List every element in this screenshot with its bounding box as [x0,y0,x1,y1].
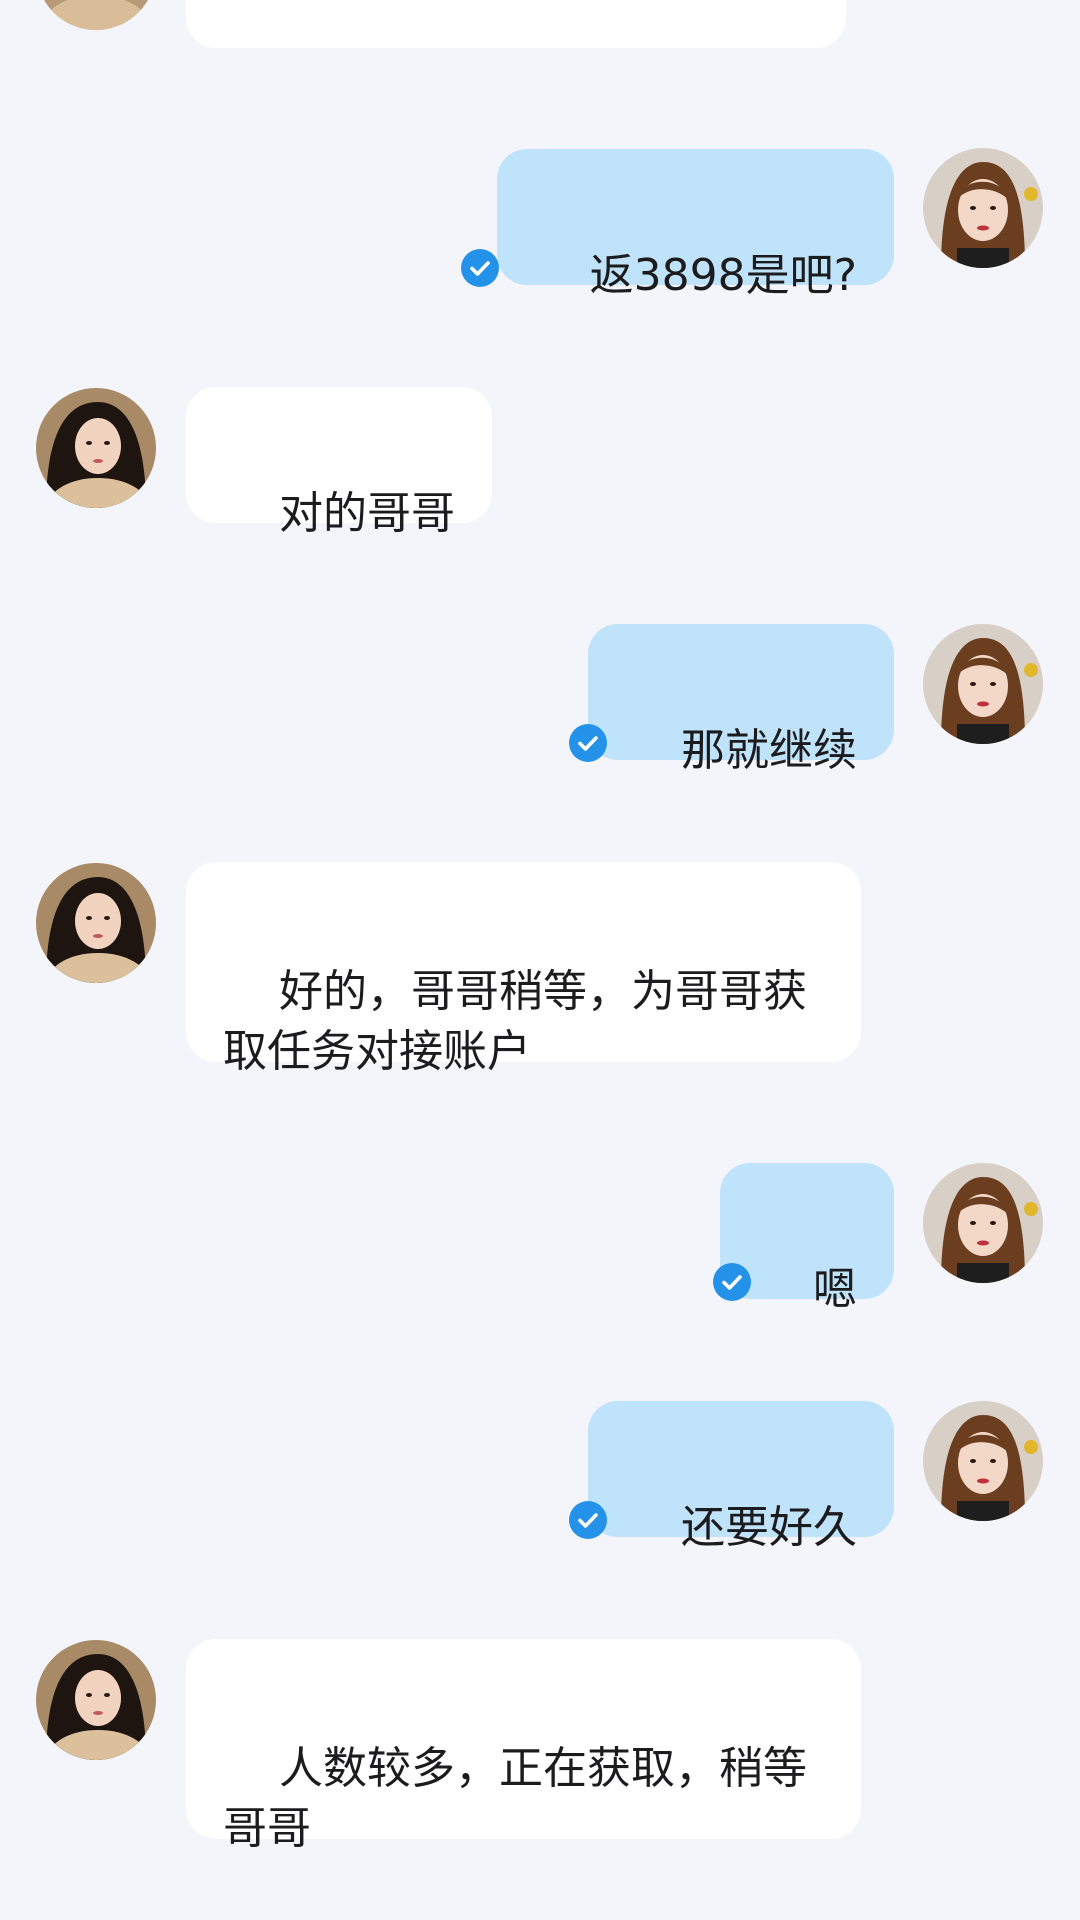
message-bubble-incoming[interactable]: 人数较多，正在获取，稍等哥哥 [186,1639,861,1854]
chat-message-list[interactable]: 返3898是吧? 对的哥哥 那就继续 好的，哥哥稍等，为哥哥获取任务对接账户 嗯… [0,0,1080,1920]
message-text: 人数较多，正在获取，稍等哥哥 [223,1743,807,1854]
message-text: 那就继续 [681,725,857,776]
contact-avatar[interactable] [36,1640,156,1760]
message-bubble-incoming[interactable]: 对的哥哥 [186,387,492,539]
message-text: 嗯 [813,1264,857,1315]
message-text: 对的哥哥 [278,488,455,539]
message-text: 好的，哥哥稍等，为哥哥获取任务对接账户 [223,966,807,1077]
self-avatar[interactable] [923,624,1043,744]
self-avatar[interactable] [923,1163,1043,1283]
read-check-icon [569,724,607,762]
read-check-icon [713,1263,751,1301]
message-text: 返3898是吧? [589,250,857,301]
message-bubble-outgoing[interactable]: 那就继续 [588,624,894,776]
message-bubble-outgoing[interactable]: 还要好久 [588,1401,894,1553]
self-avatar[interactable] [923,1401,1043,1521]
read-check-icon [461,249,499,287]
message-text: 还要好久 [681,1502,857,1553]
contact-avatar[interactable] [36,388,156,508]
contact-avatar[interactable] [36,863,156,983]
contact-avatar[interactable] [36,0,156,30]
message-bubble-incoming[interactable] [186,0,846,48]
self-avatar[interactable] [923,148,1043,268]
message-bubble-outgoing[interactable]: 返3898是吧? [496,149,894,301]
message-bubble-incoming[interactable]: 好的，哥哥稍等，为哥哥获取任务对接账户 [186,862,861,1077]
read-check-icon [569,1501,607,1539]
